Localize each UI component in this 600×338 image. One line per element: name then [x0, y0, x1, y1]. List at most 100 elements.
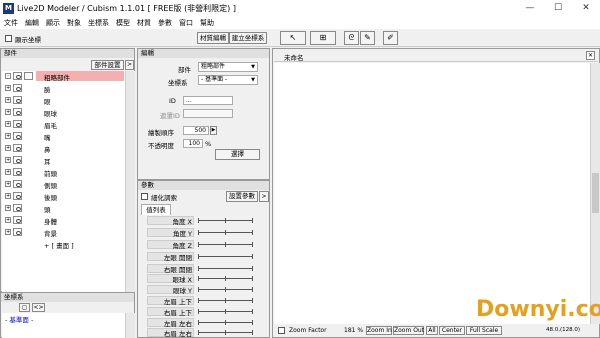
- param-row[interactable]: 眼球 X: [142, 274, 268, 284]
- param-slider[interactable]: [198, 230, 253, 235]
- coord-select[interactable]: - 基準面 - ▼: [198, 75, 258, 85]
- expand-icon[interactable]: +: [5, 169, 11, 175]
- expand-icon[interactable]: +: [5, 229, 11, 235]
- parts-row[interactable]: + 鼻: [2, 143, 126, 154]
- expand-icon[interactable]: +: [5, 97, 11, 103]
- param-row[interactable]: 右眉 上下: [142, 307, 268, 317]
- parts-row[interactable]: + 臉: [2, 83, 126, 94]
- menu-coords[interactable]: 坐標系: [88, 17, 109, 29]
- transform-tool-icon[interactable]: ⊞: [310, 31, 336, 45]
- eye-icon[interactable]: [13, 72, 22, 80]
- menu-window[interactable]: 窗口: [179, 17, 193, 29]
- select-button[interactable]: 選擇: [215, 149, 260, 160]
- param-row[interactable]: 左眉 上下: [142, 296, 268, 306]
- expand-icon[interactable]: +: [5, 205, 11, 211]
- param-row[interactable]: 角度 X: [142, 216, 268, 226]
- menu-object[interactable]: 對象: [67, 17, 81, 29]
- expand-icon[interactable]: +: [5, 133, 11, 139]
- expand-icon[interactable]: +: [5, 109, 11, 115]
- texture-edit-button[interactable]: 材質編輯: [197, 32, 229, 44]
- menu-view[interactable]: 顯示: [46, 17, 60, 29]
- eye-icon[interactable]: [13, 204, 22, 212]
- tab-value-list[interactable]: 值列表: [141, 204, 171, 215]
- coords-item[interactable]: - 基準面 -: [5, 314, 33, 324]
- minimize-icon[interactable]: —: [516, 0, 544, 17]
- eye-icon[interactable]: [13, 168, 22, 176]
- parts-row[interactable]: + 眉毛: [2, 119, 126, 130]
- collapse-icon[interactable]: -: [5, 73, 11, 79]
- lock-icon[interactable]: [24, 72, 33, 80]
- eye-icon[interactable]: [13, 192, 22, 200]
- center-button[interactable]: Center: [439, 326, 465, 335]
- param-slider[interactable]: [198, 309, 253, 314]
- brush-tool-icon[interactable]: ✎: [360, 31, 375, 45]
- eye-icon[interactable]: [13, 144, 22, 152]
- parts-row[interactable]: - 粗略部件: [2, 71, 126, 82]
- expand-icon[interactable]: +: [5, 145, 11, 151]
- id-input[interactable]: ...: [183, 96, 233, 105]
- param-slider[interactable]: [198, 276, 253, 281]
- expand-icon[interactable]: +: [5, 85, 11, 91]
- eyedropper-tool-icon[interactable]: ✐: [383, 31, 398, 45]
- parts-row[interactable]: + 背景: [2, 227, 126, 238]
- param-row[interactable]: 右眼 開閉: [142, 264, 268, 274]
- eye-icon[interactable]: [13, 84, 22, 92]
- detail-checkbox[interactable]: [141, 193, 148, 200]
- parts-row[interactable]: + [ 畫面 ]: [2, 239, 126, 250]
- param-row[interactable]: 眼球 Y: [142, 285, 268, 295]
- expand-icon[interactable]: +: [5, 217, 11, 223]
- eye-icon[interactable]: [13, 96, 22, 104]
- coords-lock-icon[interactable]: ◻: [19, 303, 30, 312]
- coords-scrollbar[interactable]: [125, 313, 135, 338]
- part-select[interactable]: 粗略部件 ▼: [198, 62, 258, 72]
- expand-icon[interactable]: +: [5, 181, 11, 187]
- coords-link-icon[interactable]: <>: [32, 303, 45, 312]
- param-slider[interactable]: [198, 254, 253, 259]
- menu-params[interactable]: 參數: [158, 17, 172, 29]
- expand-icon[interactable]: +: [5, 193, 11, 199]
- parts-row[interactable]: + 前頭: [2, 167, 126, 178]
- param-row[interactable]: 右眉 左右: [142, 328, 268, 338]
- eye-icon[interactable]: [13, 156, 22, 164]
- param-slider[interactable]: [198, 218, 253, 223]
- parts-scrollbar[interactable]: [125, 71, 135, 292]
- parts-row[interactable]: + 頭: [2, 203, 126, 214]
- build-coords-button[interactable]: 建立坐標系: [229, 32, 267, 44]
- eye-icon[interactable]: [13, 108, 22, 116]
- draw-order-arrow-icon[interactable]: ▶: [210, 126, 217, 135]
- parts-row[interactable]: + 眼球: [2, 107, 126, 118]
- maximize-icon[interactable]: ☐: [544, 0, 572, 17]
- eye-icon[interactable]: [13, 216, 22, 224]
- parts-row[interactable]: + 側頭: [2, 179, 126, 190]
- opacity-input[interactable]: 100: [183, 139, 203, 148]
- param-slider[interactable]: [198, 298, 253, 303]
- eye-icon[interactable]: [13, 132, 22, 140]
- param-slider[interactable]: [198, 330, 253, 335]
- param-slider[interactable]: [198, 320, 253, 325]
- parts-row[interactable]: + 眼: [2, 95, 126, 106]
- canvas-vscroll-thumb[interactable]: [592, 173, 599, 213]
- params-expand-icon[interactable]: >: [259, 191, 269, 202]
- select-tool-icon[interactable]: ↖: [280, 31, 306, 45]
- parts-row[interactable]: + 耳: [2, 155, 126, 166]
- param-row[interactable]: 左眼 開閉: [142, 252, 268, 262]
- parts-row[interactable]: + 後頭: [2, 191, 126, 202]
- canvas-area[interactable]: [274, 63, 590, 324]
- lasso-tool-icon[interactable]: ᘓ: [344, 31, 359, 45]
- canvas-close-icon[interactable]: ✕: [586, 51, 595, 60]
- menu-texture[interactable]: 材質: [137, 17, 151, 29]
- param-row[interactable]: 角度 Z: [142, 240, 268, 250]
- zoom-in-button[interactable]: Zoom In: [366, 326, 392, 335]
- close-icon[interactable]: ✕: [572, 0, 600, 17]
- param-slider[interactable]: [198, 287, 253, 292]
- param-row[interactable]: 左眉 左右: [142, 318, 268, 328]
- parts-row[interactable]: + 嘴: [2, 131, 126, 142]
- menu-edit[interactable]: 編輯: [25, 17, 39, 29]
- menu-model[interactable]: 模型: [116, 17, 130, 29]
- parts-row[interactable]: + 身體: [2, 215, 126, 226]
- draw-order-input[interactable]: 500: [183, 126, 209, 135]
- canvas-tab[interactable]: 未命名: [284, 52, 304, 62]
- menu-help[interactable]: 幫助: [200, 17, 214, 29]
- eye-icon[interactable]: [13, 228, 22, 236]
- parts-settings-button[interactable]: 部件設置: [91, 60, 124, 70]
